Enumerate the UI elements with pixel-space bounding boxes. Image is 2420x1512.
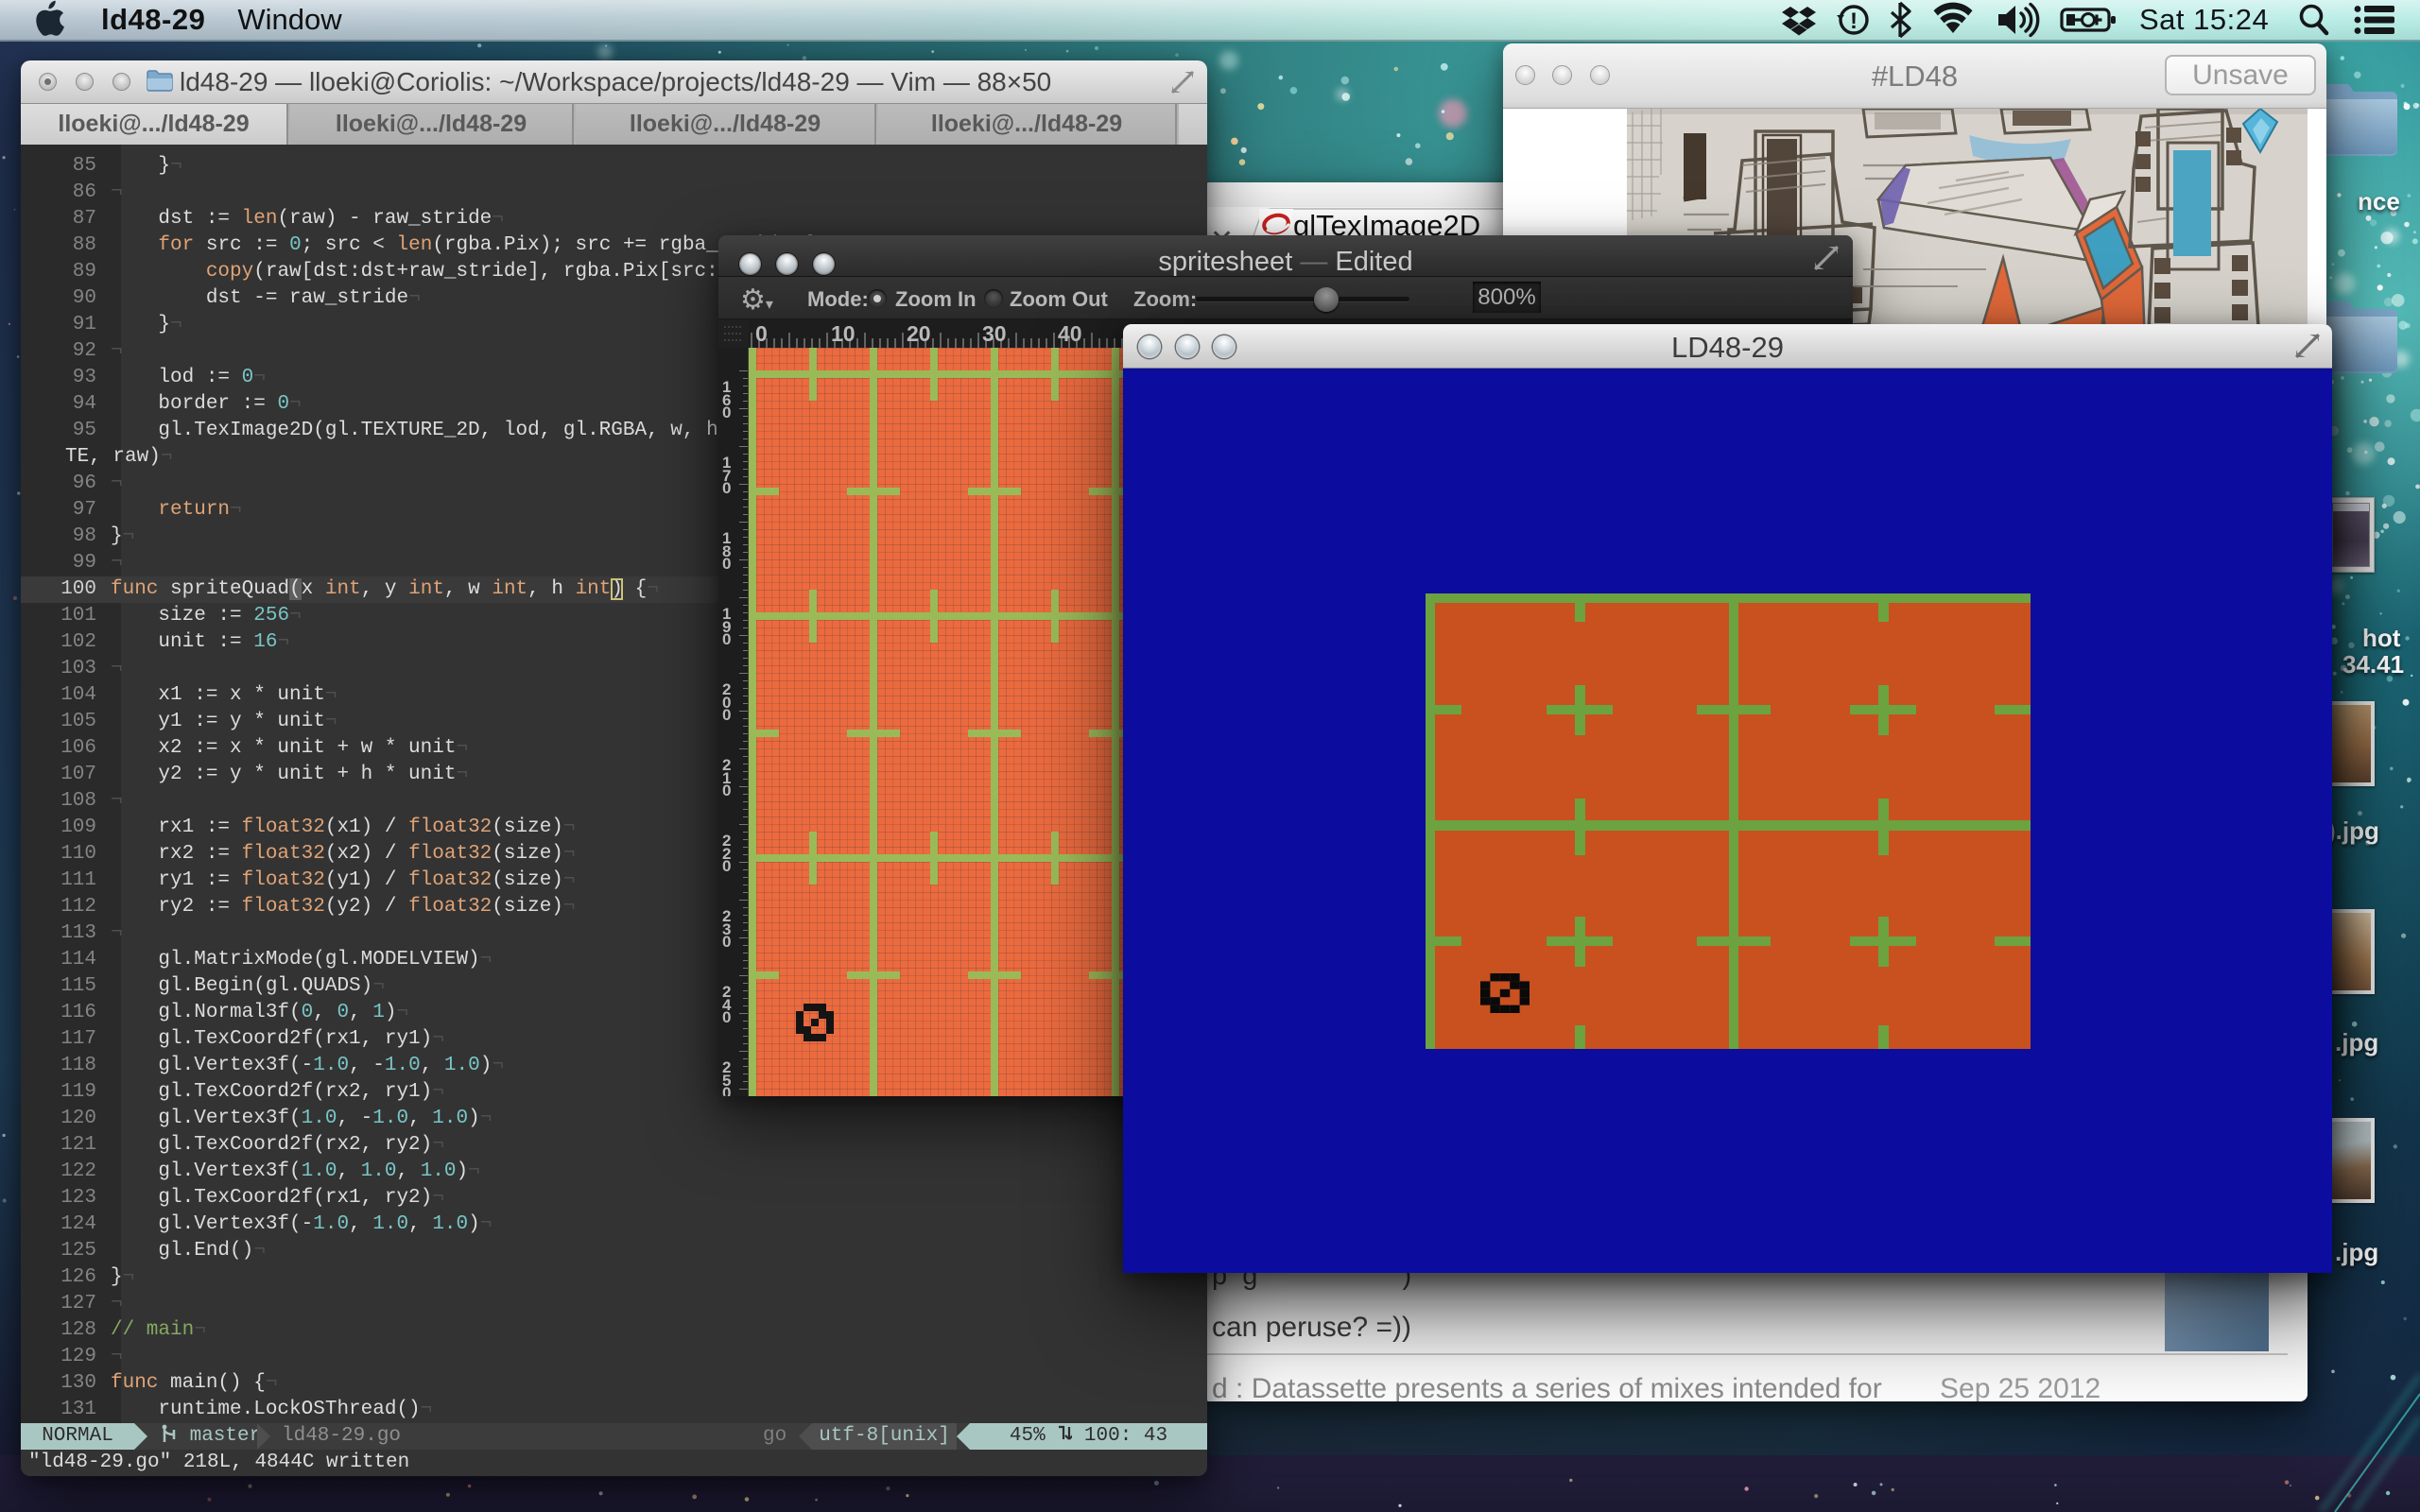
svg-text:30: 30 xyxy=(982,321,1007,346)
svg-text:40: 40 xyxy=(1058,321,1082,346)
svg-text:0: 0 xyxy=(755,321,768,346)
svg-text:20: 20 xyxy=(907,321,931,346)
svg-text:10: 10 xyxy=(831,321,856,346)
svg-text:!: ! xyxy=(1850,9,1858,34)
